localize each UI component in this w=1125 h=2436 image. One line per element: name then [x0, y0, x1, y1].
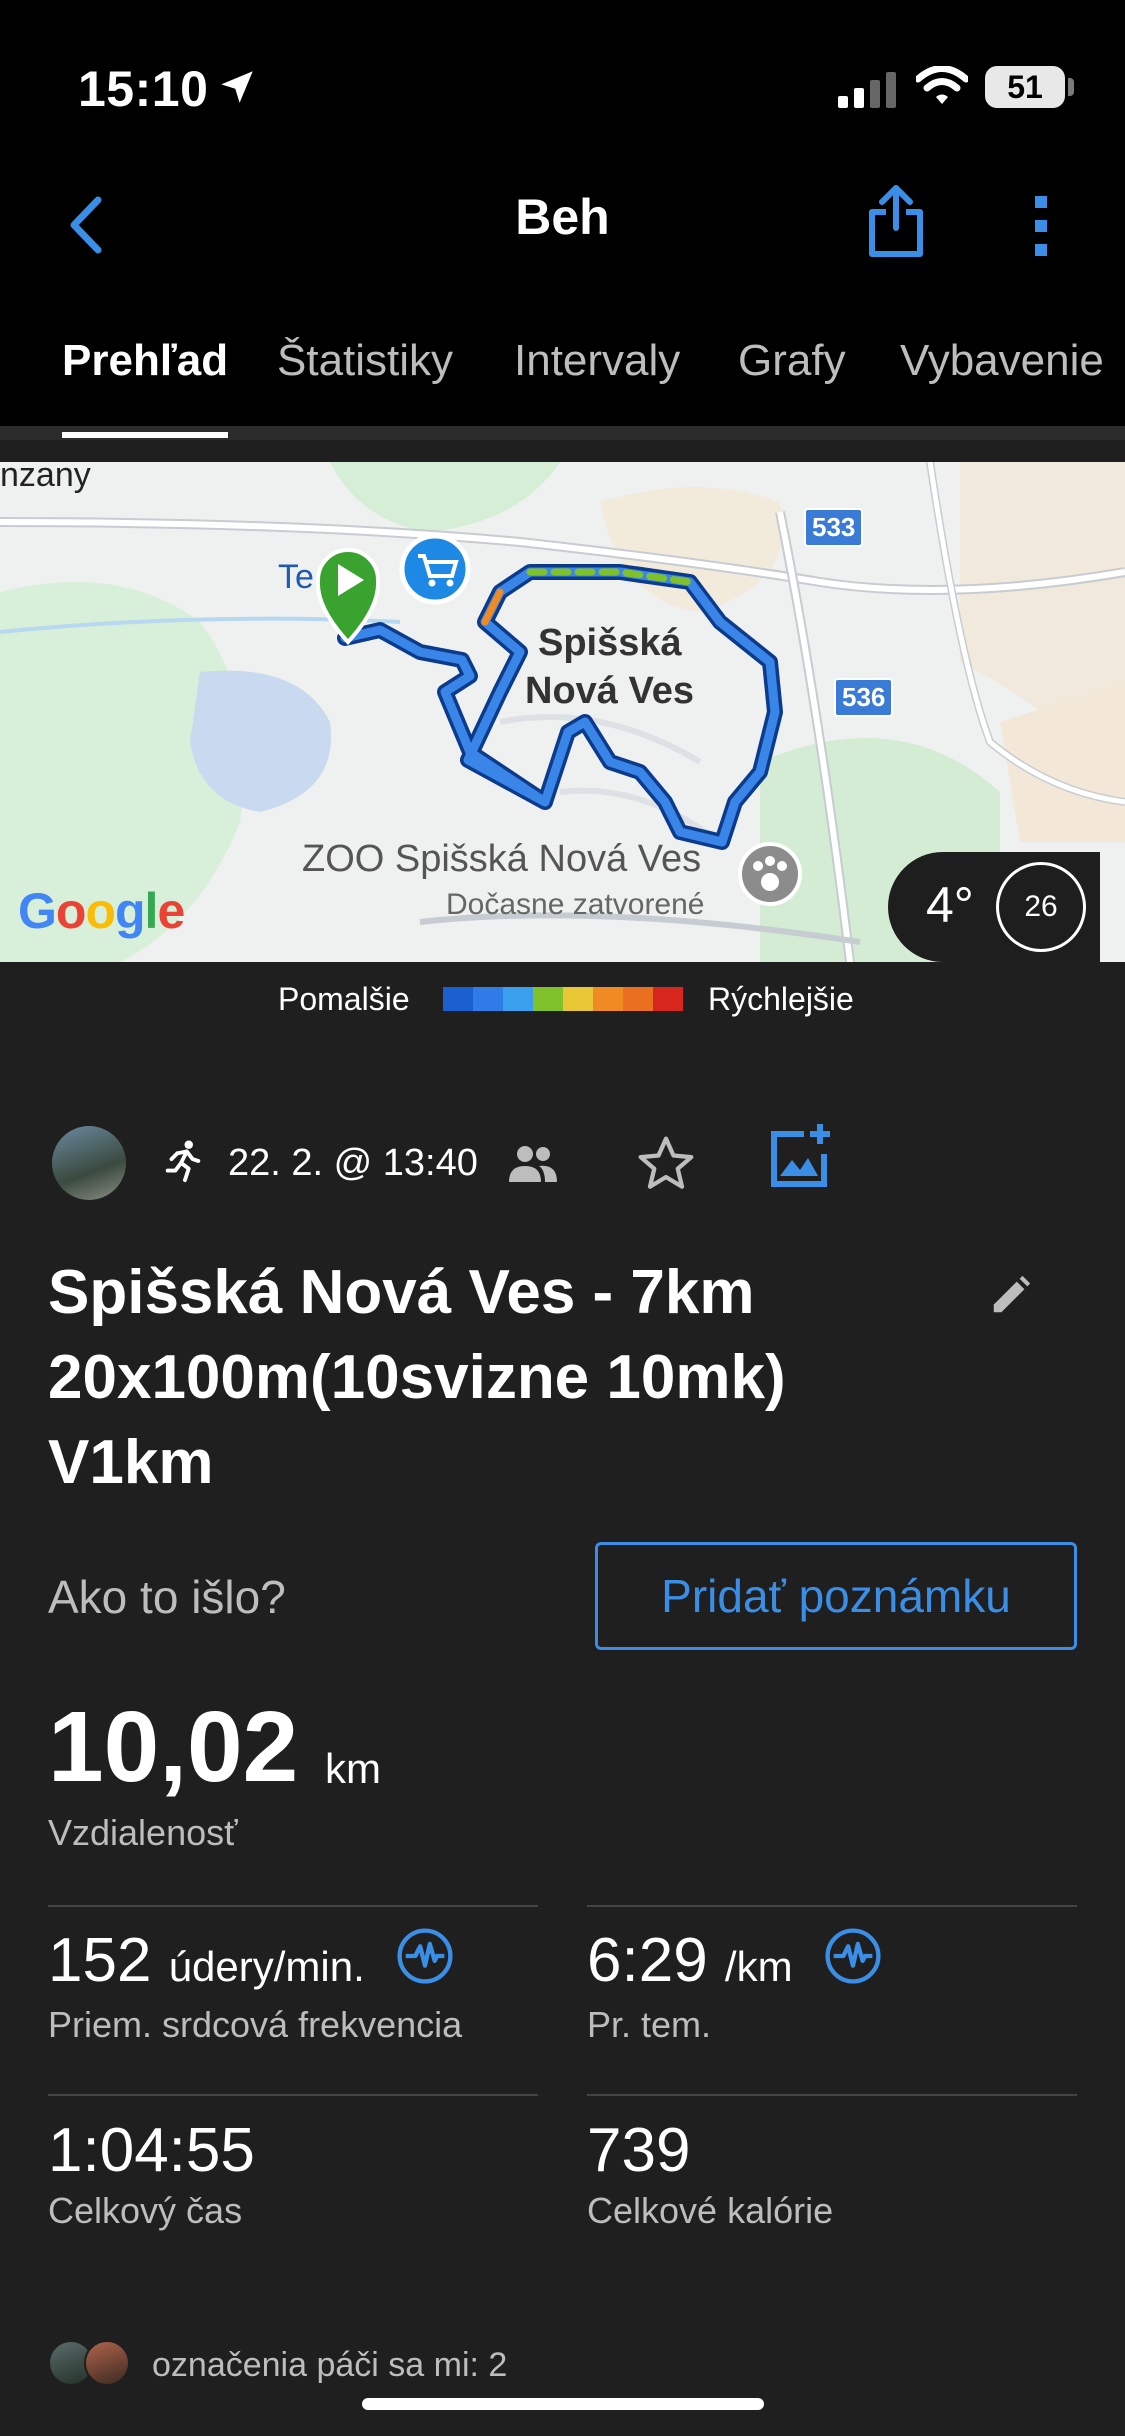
speed-legend: Pomalšie Rýchlejšie	[0, 975, 1125, 1025]
likes-count-label: označenia páči sa mi: 2	[152, 2346, 508, 2384]
calories-value: 739	[587, 2116, 691, 2185]
pace-value: 6:29	[587, 1926, 708, 1995]
scale-segment	[593, 987, 623, 1011]
more-options-icon[interactable]	[1026, 186, 1056, 266]
heart-rate-unit: údery/min.	[168, 1943, 365, 1990]
tab-graphs[interactable]: Grafy	[738, 336, 846, 386]
distance-unit: km	[325, 1745, 381, 1792]
tab-intervals[interactable]: Intervaly	[514, 336, 680, 386]
speed-color-scale	[443, 987, 683, 1011]
tab-equipment[interactable]: Vybavenie	[900, 336, 1104, 386]
share-icon[interactable]	[866, 180, 926, 260]
map-city-label-line2: Nová Ves	[525, 670, 694, 712]
divider	[587, 2094, 1077, 2096]
activity-title-line: 20x100m(10svizne 10mk)	[48, 1343, 786, 1412]
stat-calories: 739 Celkové kalórie	[587, 2115, 833, 2232]
wifi-icon	[914, 65, 970, 111]
map-zoo-label: ZOO Spišská Nová Ves	[302, 838, 702, 880]
status-bar: 15:10 51	[0, 0, 1125, 160]
legend-faster-label: Rýchlejšie	[708, 981, 854, 1017]
avatar	[84, 2340, 130, 2386]
pace-unit: /km	[724, 1943, 793, 1990]
map-place-label-partial: nzany	[0, 462, 91, 494]
map-city-label-line1: Spišská	[538, 622, 682, 664]
pace-label: Pr. tem.	[587, 2004, 712, 2045]
navigation-bar: Beh	[0, 160, 1125, 290]
stat-total-time: 1:04:55 Celkový čas	[48, 2115, 255, 2232]
stat-heart-rate: 152 údery/min. Priem. srdcová frekvencia	[48, 1925, 462, 2046]
avatar[interactable]	[52, 1126, 126, 1200]
location-arrow-icon	[216, 66, 258, 113]
scale-segment	[653, 987, 683, 1011]
weather-temperature: 4°	[926, 877, 974, 933]
add-photo-icon[interactable]	[768, 1120, 832, 1195]
pace-chart-icon[interactable]	[824, 1927, 882, 2000]
wind-speed-dial: 26	[996, 862, 1086, 952]
activity-meta-row: 22. 2. @ 13:40	[0, 1120, 1125, 1210]
scale-segment	[473, 987, 503, 1011]
tab-statistics[interactable]: Štatistiky	[277, 336, 453, 386]
tab-overview[interactable]: Prehľad	[62, 336, 228, 386]
battery-indicator: 51	[985, 66, 1065, 108]
scale-segment	[563, 987, 593, 1011]
cellular-signal-icon	[838, 72, 898, 113]
road-number-badge: 533	[804, 508, 864, 547]
divider	[587, 1905, 1077, 1907]
calories-label: Celkové kalórie	[587, 2190, 834, 2231]
page-title: Beh	[515, 189, 610, 245]
scale-segment	[503, 987, 533, 1011]
route-map[interactable]: nzany Te Spišská Nová Ves 533 536 ZOO Sp…	[0, 462, 1125, 962]
heart-rate-icon[interactable]	[396, 1927, 454, 2000]
road-number-badge: 536	[834, 678, 894, 717]
total-time-value: 1:04:55	[48, 2116, 255, 2185]
running-icon	[160, 1138, 206, 1189]
map-zoo-status: Dočasne zatvorené	[446, 888, 705, 921]
how-was-it-label: Ako to išlo?	[48, 1571, 286, 1623]
scale-segment	[623, 987, 653, 1011]
status-time: 15:10	[78, 61, 209, 117]
shopping-cart-pin-icon	[399, 533, 471, 605]
people-icon[interactable]	[505, 1142, 561, 1191]
legend-slower-label: Pomalšie	[278, 981, 410, 1017]
add-note-button[interactable]: Pridať poznámku	[595, 1542, 1077, 1650]
home-indicator[interactable]	[362, 2398, 764, 2410]
heart-rate-label: Priem. srdcová frekvencia	[48, 2004, 463, 2045]
active-tab-indicator	[62, 432, 228, 438]
distance-label: Vzdialenosť	[48, 1812, 238, 1853]
tab-bar: Prehľad Štatistiky Intervaly Grafy Vybav…	[0, 290, 1125, 440]
battery-tip	[1068, 78, 1074, 96]
scale-segment	[533, 987, 563, 1011]
activity-title-line: V1km	[48, 1428, 214, 1497]
activity-title-line: Spišská Nová Ves - 7km	[48, 1258, 755, 1327]
star-icon[interactable]	[634, 1132, 698, 1201]
stat-pace: 6:29 /km Pr. tem.	[587, 1925, 882, 2046]
scale-segment	[443, 987, 473, 1011]
heart-rate-value: 152	[48, 1926, 152, 1995]
total-time-label: Celkový čas	[48, 2190, 243, 2231]
activity-title: Spišská Nová Ves - 7km 20x100m(10svizne …	[48, 1250, 948, 1505]
distance-value: 10,02	[48, 1691, 299, 1803]
divider	[48, 2094, 538, 2096]
pencil-edit-icon[interactable]	[988, 1272, 1034, 1323]
zoo-paw-pin-icon	[738, 842, 802, 906]
divider	[48, 1905, 538, 1907]
map-place-label-te: Te	[278, 558, 314, 596]
google-logo: Google	[18, 883, 185, 939]
weather-badge: 4° 26	[888, 852, 1100, 962]
activity-date: 22. 2. @ 13:40	[228, 1142, 478, 1184]
